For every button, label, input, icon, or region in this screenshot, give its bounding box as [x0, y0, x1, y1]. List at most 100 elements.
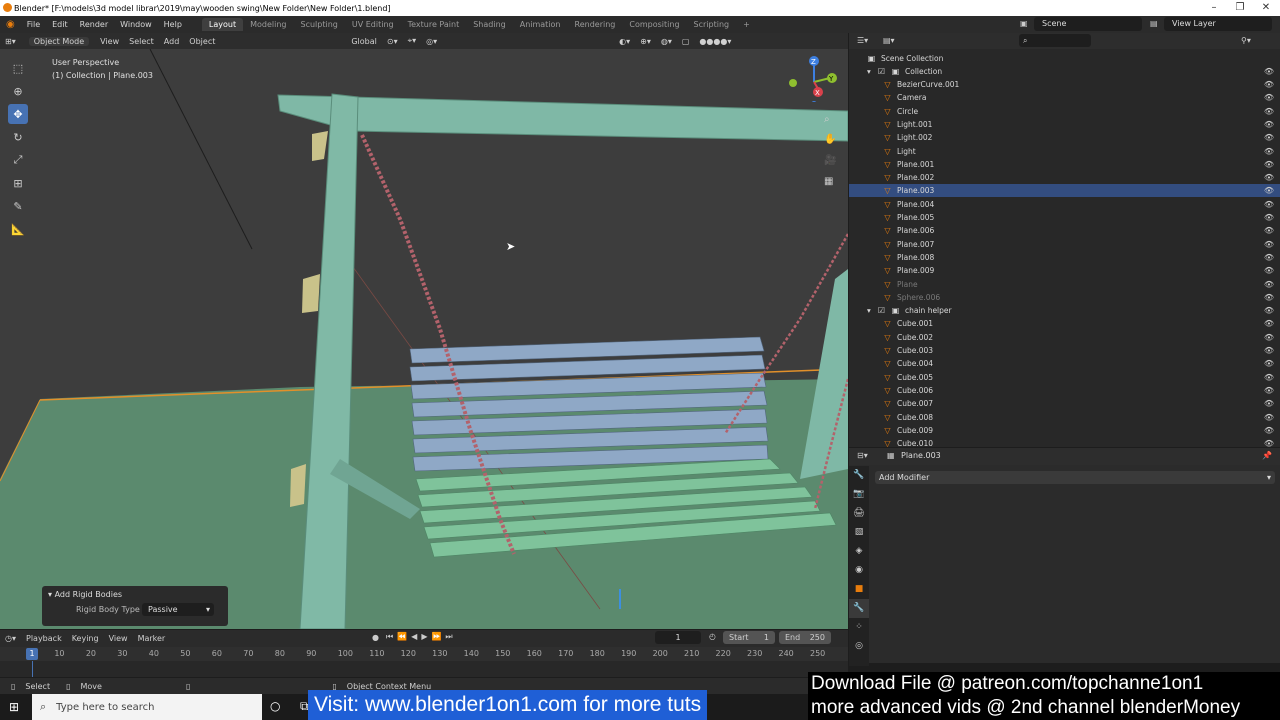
pivot-icon[interactable]: ⊙▾ — [382, 37, 403, 46]
tab-compositing[interactable]: Compositing — [622, 18, 686, 31]
filter-icon[interactable]: ⚲▾ — [1241, 36, 1251, 45]
overlay-toggle-icon[interactable]: ◍▾ — [656, 37, 677, 46]
outliner-item[interactable]: ▽ Plane.009 👁 — [849, 264, 1280, 277]
outliner-scene-collection[interactable]: ▣ Scene Collection — [849, 52, 1280, 65]
tab-modeling[interactable]: Modeling — [243, 18, 293, 31]
ortho-grid-icon[interactable]: ▦ — [824, 176, 833, 187]
transform-orientation[interactable]: Global — [346, 37, 382, 46]
eye-icon[interactable]: 👁 — [1264, 439, 1274, 447]
camera-view-icon[interactable]: 🎥 — [824, 155, 836, 166]
output-tab-icon[interactable]: 🖨 — [849, 504, 869, 523]
add-modifier-button[interactable]: Add Modifier ▾ — [875, 471, 1275, 484]
outliner-item[interactable]: ▽ Plane.003 👁 — [849, 184, 1280, 198]
eye-icon[interactable]: 👁 — [1264, 147, 1274, 156]
outliner-item[interactable]: ▽ Sphere.006 👁 — [849, 291, 1280, 304]
outliner-item[interactable]: ▽ Light.002 👁 — [849, 131, 1280, 144]
render-tab-icon[interactable]: 📷 — [849, 485, 869, 504]
viewport-menu-add[interactable]: Add — [159, 37, 185, 46]
eye-icon[interactable]: 👁 — [1264, 226, 1274, 235]
blender-menu-icon[interactable]: ◉ — [0, 19, 21, 30]
outliner-item[interactable]: ▽ Plane 👁 — [849, 278, 1280, 291]
tab-scripting[interactable]: Scripting — [687, 18, 737, 31]
timeline-menu-keying[interactable]: Keying — [67, 634, 104, 643]
timeline-editor-icon[interactable]: ◷▾ — [0, 634, 21, 643]
outliner-item[interactable]: ▽ BezierCurve.001 👁 — [849, 78, 1280, 91]
scene-selector[interactable]: Scene — [1034, 17, 1142, 31]
move-tool-icon[interactable]: ✥ — [8, 104, 28, 124]
current-frame-field[interactable]: 1 — [655, 631, 701, 644]
outliner-item[interactable]: ▽ Cube.005 👁 — [849, 371, 1280, 384]
outliner-item[interactable]: ▽ Light.001 👁 — [849, 118, 1280, 131]
eye-icon[interactable]: 👁 — [1264, 280, 1274, 289]
zoom-icon[interactable]: ⌕ — [824, 114, 830, 125]
tab-shading[interactable]: Shading — [466, 18, 513, 31]
clock-icon[interactable]: ◴ — [709, 632, 716, 641]
operator-panel-header[interactable]: ▾ Add Rigid Bodies — [42, 586, 228, 603]
viewport-menu-select[interactable]: Select — [124, 37, 159, 46]
maximize-icon[interactable]: ❐ — [1227, 0, 1253, 16]
physics-tab-icon[interactable]: ◎ — [849, 637, 869, 656]
timeline-menu-playback[interactable]: Playback — [21, 634, 67, 643]
navigation-gizmo[interactable]: Z Y X ⌕ ✋ 🎥 ▦ — [780, 52, 840, 192]
viewport-menu-object[interactable]: Object — [184, 37, 220, 46]
menu-help[interactable]: Help — [158, 20, 188, 29]
modifier-tab-icon[interactable]: 🔧 — [849, 599, 869, 618]
windows-start-icon[interactable]: ⊞ — [9, 700, 19, 714]
measure-tool-icon[interactable]: 📐 — [8, 219, 28, 239]
properties-editor-icon[interactable]: ⊟▾ — [857, 451, 868, 460]
cortana-icon[interactable]: ○ — [270, 699, 280, 713]
view-layer-selector[interactable]: View Layer — [1164, 17, 1272, 31]
menu-window[interactable]: Window — [114, 20, 158, 29]
eye-icon[interactable]: 👁 — [1264, 120, 1274, 129]
pin-icon[interactable]: 📌 — [1262, 451, 1272, 460]
eye-icon[interactable]: 👁 — [1264, 133, 1274, 142]
outliner-item[interactable]: ▽ Cube.010 👁 — [849, 437, 1280, 447]
outliner-item[interactable]: ▽ Cube.004 👁 — [849, 357, 1280, 370]
outliner-item[interactable]: ▽ Cube.001 👁 — [849, 317, 1280, 330]
outliner-collection-chain-helper[interactable]: ▾ ☑ ▣ chain helper 👁 — [849, 304, 1280, 317]
add-workspace-icon[interactable]: + — [736, 18, 757, 31]
playback-controls[interactable]: ⏮⏪◀▶⏩⏭ — [386, 632, 457, 642]
outliner-collection[interactable]: ▾ ☑ ▣ Collection 👁 — [849, 65, 1280, 78]
end-frame-field[interactable]: End 250 — [779, 631, 831, 644]
eye-icon[interactable]: 👁 — [1264, 266, 1274, 275]
eye-icon[interactable]: 👁 — [1264, 200, 1274, 209]
outliner-item[interactable]: ▽ Plane.005 👁 — [849, 211, 1280, 224]
checkbox-icon[interactable]: ☑ — [877, 67, 886, 76]
close-icon[interactable]: ✕ — [1253, 0, 1279, 16]
cursor-tool-icon[interactable]: ⊕ — [8, 81, 28, 101]
tab-layout[interactable]: Layout — [201, 18, 244, 31]
eye-icon[interactable]: 👁 — [1264, 373, 1274, 382]
eye-icon[interactable]: 👁 — [1264, 306, 1274, 315]
playhead[interactable]: 1 — [26, 648, 38, 660]
menu-edit[interactable]: Edit — [46, 20, 74, 29]
eye-icon[interactable]: 👁 — [1264, 93, 1274, 102]
view-layer-tab-icon[interactable]: ▧ — [849, 523, 869, 542]
tab-texture-paint[interactable]: Texture Paint — [401, 18, 467, 31]
eye-icon[interactable]: 👁 — [1264, 107, 1274, 116]
eye-icon[interactable]: 👁 — [1264, 173, 1274, 182]
outliner-item[interactable]: ▽ Cube.007 👁 — [849, 397, 1280, 410]
eye-icon[interactable]: 👁 — [1264, 186, 1274, 195]
gizmo-toggle-icon[interactable]: ⊕▾ — [635, 37, 656, 46]
taskbar-search-box[interactable]: ⌕ Type here to search — [32, 694, 262, 720]
shading-modes-icon[interactable]: ●●●●▾ — [694, 37, 736, 46]
display-mode-icon[interactable]: ▤▾ — [883, 36, 895, 45]
tab-sculpting[interactable]: Sculpting — [294, 18, 345, 31]
record-icon[interactable]: ● — [372, 633, 379, 642]
eye-icon[interactable]: 👁 — [1264, 426, 1274, 435]
expand-toggle-icon[interactable]: ▾ — [867, 306, 877, 315]
mode-selector[interactable]: Object Mode — [28, 36, 90, 46]
rotate-tool-icon[interactable]: ↻ — [8, 127, 28, 147]
outliner-item[interactable]: ▽ Plane.002 👁 — [849, 171, 1280, 184]
editor-type-icon[interactable]: ⊞▾ — [0, 37, 21, 46]
pan-hand-icon[interactable]: ✋ — [824, 134, 836, 145]
eye-icon[interactable]: 👁 — [1264, 399, 1274, 408]
minimize-icon[interactable]: – — [1201, 0, 1227, 16]
tab-rendering[interactable]: Rendering — [568, 18, 623, 31]
snap-icon[interactable]: ⌖▾ — [403, 36, 422, 46]
start-frame-field[interactable]: Start 1 — [723, 631, 775, 644]
eye-icon[interactable]: 👁 — [1264, 386, 1274, 395]
outliner-item[interactable]: ▽ Cube.006 👁 — [849, 384, 1280, 397]
outliner-item[interactable]: ▽ Camera 👁 — [849, 91, 1280, 104]
